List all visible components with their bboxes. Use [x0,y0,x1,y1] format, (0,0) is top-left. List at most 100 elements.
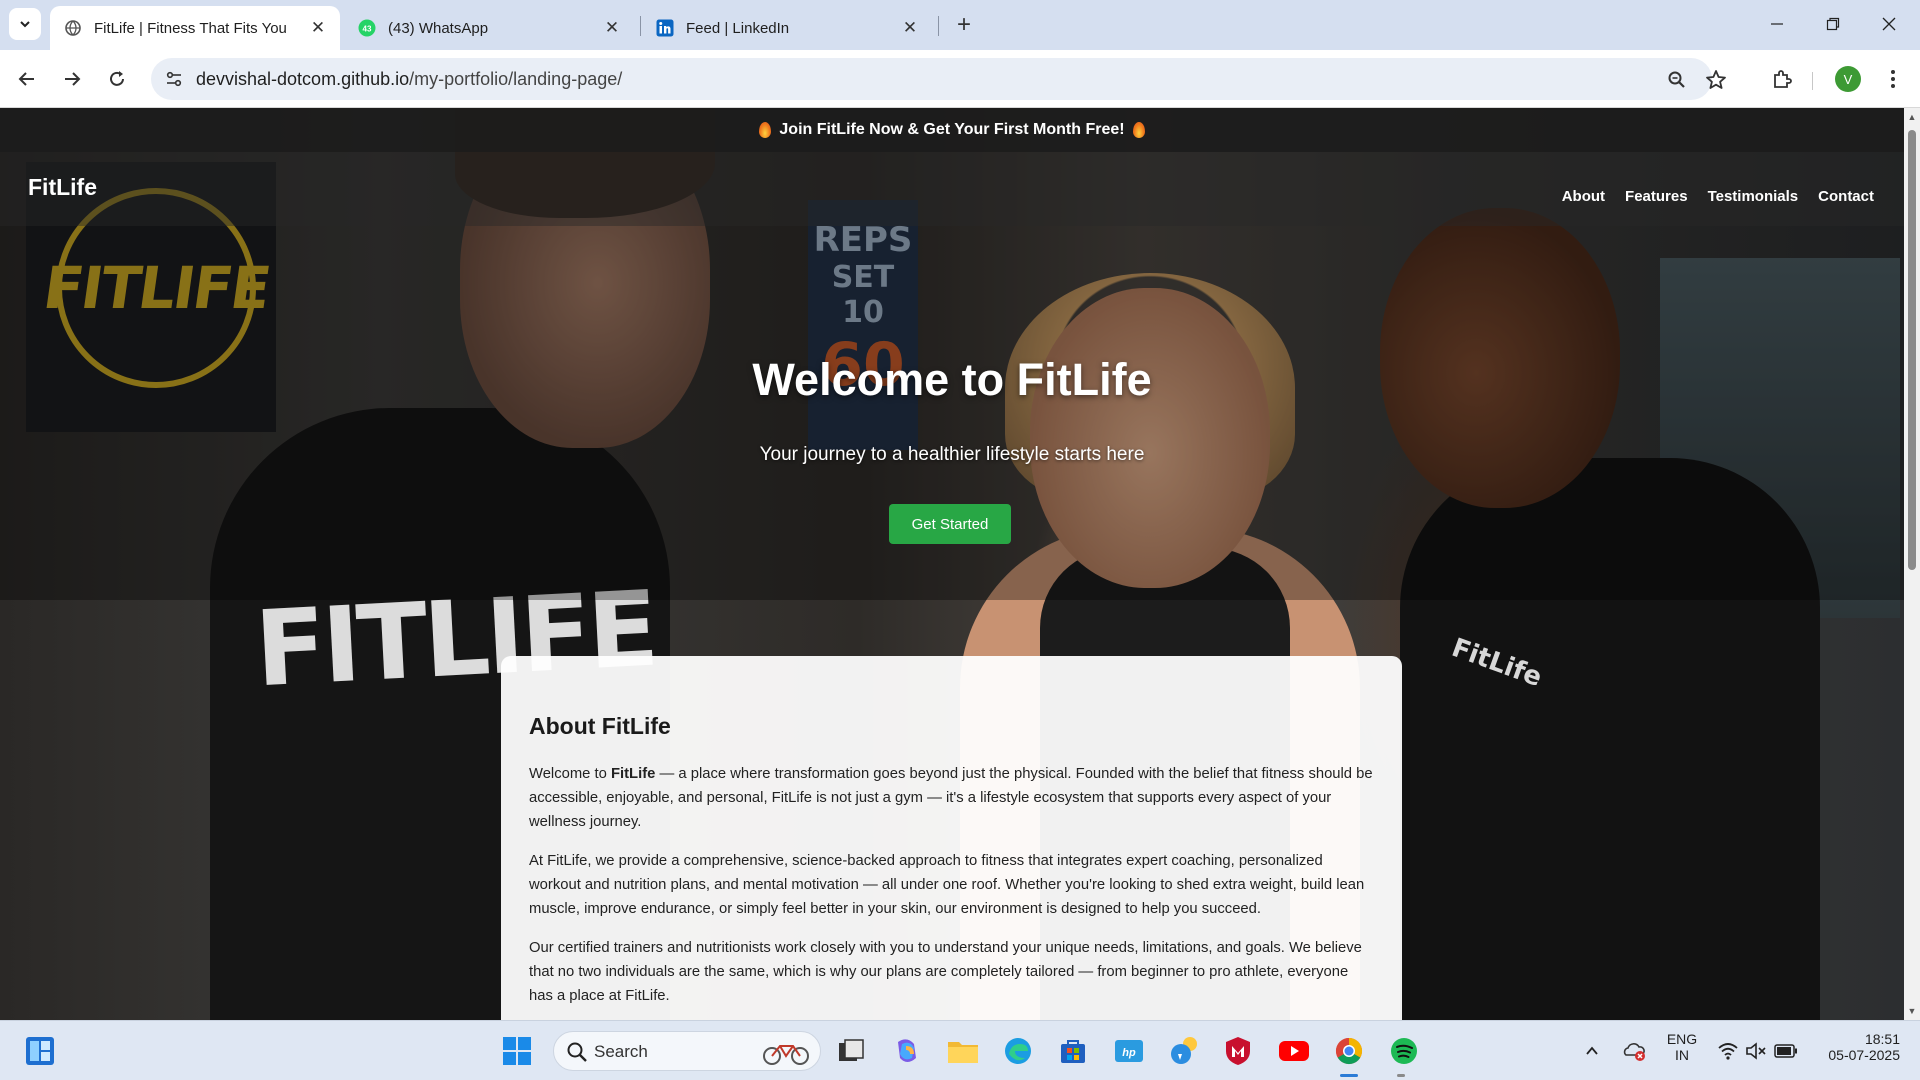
back-button[interactable] [10,62,44,96]
about-paragraph-3: Our certified trainers and nutritionists… [529,940,1362,1004]
close-tab-icon[interactable]: ✕ [602,18,622,38]
tab-linkedin[interactable]: Feed | LinkedIn ✕ [642,6,932,50]
chrome-menu-button[interactable] [1878,64,1908,94]
tab-search-button[interactable] [9,8,41,40]
close-icon [1882,17,1896,31]
scroll-up-arrow-icon[interactable]: ▲ [1907,112,1917,122]
globe-icon [65,20,81,36]
tab-title: Feed | LinkedIn [686,19,790,37]
star-icon [1706,70,1726,89]
svg-text:hp: hp [1122,1047,1136,1059]
page-viewport: FITLIFE REPS SET 10 60 FitLife FITLIFE J… [0,108,1904,1020]
tab-divider [640,16,641,36]
chrome-button[interactable] [1331,1033,1367,1069]
hero-subtitle: Your journey to a healthier lifestyle st… [759,444,1145,465]
scroll-down-arrow-icon[interactable]: ▼ [1907,1006,1917,1016]
svg-text:43: 43 [363,25,372,34]
language-indicator[interactable]: ENG IN [1662,1031,1702,1063]
task-view-icon [839,1039,864,1061]
volume-muted-icon [1746,1042,1766,1060]
tab-title: (43) WhatsApp [388,19,489,37]
nav-link-about[interactable]: About [1562,188,1605,205]
about-section: About FitLife Welcome to FitLife — a pla… [501,656,1402,1020]
folder-icon [948,1042,978,1063]
shirt-mark: FitLife [1447,632,1546,694]
restore-button[interactable] [1806,0,1860,48]
close-tab-icon[interactable]: ✕ [900,18,920,38]
new-tab-button[interactable]: + [950,11,978,39]
url-text[interactable]: devvishal-dotcom.github.io/my-portfolio/… [196,69,622,90]
onedrive-status-button[interactable] [1616,1033,1652,1069]
whatsapp-icon: 43 [358,19,376,37]
widgets-icon [26,1037,54,1065]
browser-toolbar: devvishal-dotcom.github.io/my-portfolio/… [0,50,1920,108]
youtube-button[interactable] [1276,1033,1312,1069]
start-button[interactable] [499,1033,535,1069]
copilot-button[interactable] [889,1033,925,1069]
edge-icon [1005,1038,1031,1064]
chrome-icon [1335,1037,1363,1065]
store-icon [1061,1040,1085,1063]
clock[interactable]: 18:51 05-07-2025 [1810,1031,1900,1063]
windows-taskbar: Search hp ENG IN 18:51 05-07-2025 [0,1020,1920,1080]
battery-button[interactable] [1768,1033,1804,1069]
browser-tab-strip: FitLife | Fitness That Fits You ✕ 43 (43… [0,0,1920,50]
clock-date: 05-07-2025 [1828,1047,1900,1063]
forward-button[interactable] [55,62,89,96]
reload-button[interactable] [100,62,134,96]
copilot-icon [898,1039,916,1062]
profile-avatar[interactable]: V [1835,66,1861,92]
linkedin-icon [656,19,674,37]
page-scrollbar[interactable]: ▲ ▼ [1904,108,1920,1020]
widgets-button[interactable] [22,1033,58,1069]
zoom-icon [1668,71,1685,88]
about-p1-rest: — a place where transformation goes beyo… [529,766,1373,830]
tray-overflow-button[interactable] [1574,1033,1610,1069]
nav-links: About Features Testimonials Contact [1562,188,1874,205]
extensions-button[interactable] [1767,64,1797,94]
spotify-button[interactable] [1386,1033,1422,1069]
weather-icon [1171,1037,1197,1064]
nav-link-testimonials[interactable]: Testimonials [1708,188,1799,205]
about-heading: About FitLife [529,713,671,739]
site-info-button[interactable] [161,66,187,92]
zoom-button[interactable] [1664,67,1690,93]
windows-logo-icon [503,1037,531,1065]
puzzle-icon [1774,70,1792,88]
close-window-button[interactable] [1862,0,1916,48]
youtube-icon [1279,1041,1309,1061]
tab-fitlife[interactable]: FitLife | Fitness That Fits You ✕ [50,6,340,50]
arrow-right-icon [65,72,81,86]
taskbar-search[interactable]: Search [553,1031,821,1071]
site-logo[interactable]: FitLife [28,174,97,201]
about-p1-intro: Welcome to [529,766,611,782]
url-host: devvishal-dotcom.github.io [196,69,410,89]
myhp-icon: hp [1115,1040,1143,1062]
spotify-running-indicator [1397,1074,1405,1077]
url-path: /my-portfolio/landing-page/ [409,69,623,89]
promo-text: Join FitLife Now & Get Your First Month … [779,121,1125,138]
tab-whatsapp[interactable]: 43 (43) WhatsApp ✕ [344,6,634,50]
fire-icon [759,122,772,138]
microsoft-store-button[interactable] [1055,1033,1091,1069]
nav-link-features[interactable]: Features [1625,188,1688,205]
edge-button[interactable] [1000,1033,1036,1069]
nav-link-contact[interactable]: Contact [1818,188,1874,205]
get-started-button[interactable]: Get Started [889,504,1011,544]
file-explorer-button[interactable] [945,1033,981,1069]
myhp-button[interactable]: hp [1111,1033,1147,1069]
about-p1-brand: FitLife [610,766,656,782]
spotify-icon [1391,1038,1417,1064]
mcafee-button[interactable] [1220,1033,1256,1069]
about-paragraph-1: Welcome to FitLife — a place where trans… [529,762,1374,834]
bookmark-button[interactable] [1703,67,1729,93]
weather-button[interactable] [1166,1033,1202,1069]
address-bar[interactable]: devvishal-dotcom.github.io/my-portfolio/… [151,58,1712,100]
minimize-button[interactable] [1750,0,1804,48]
tab-title: FitLife | Fitness That Fits You [94,19,287,37]
scrollbar-thumb[interactable] [1908,130,1916,570]
close-tab-icon[interactable]: ✕ [308,18,328,38]
tab-divider [938,16,939,36]
task-view-button[interactable] [833,1033,869,1069]
chrome-active-indicator [1340,1074,1358,1077]
